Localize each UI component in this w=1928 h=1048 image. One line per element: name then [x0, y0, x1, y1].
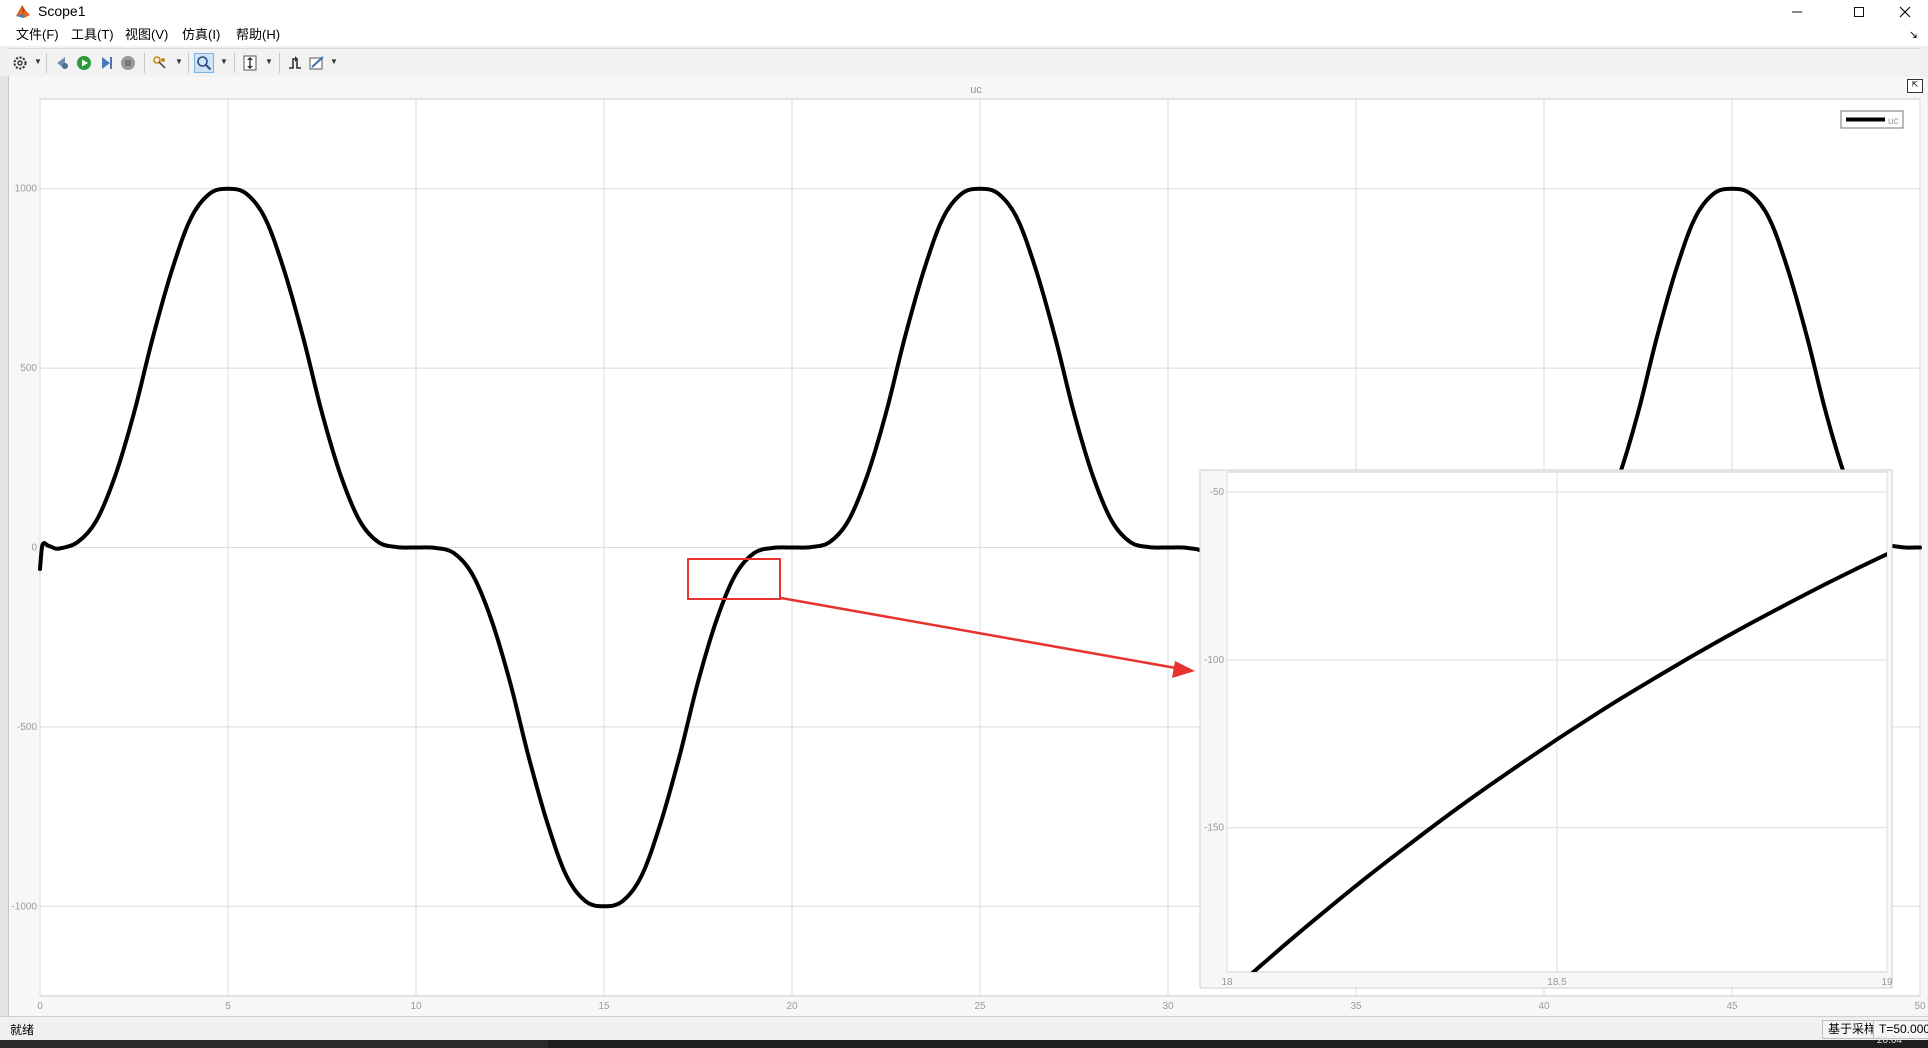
signal-select-button[interactable] [150, 53, 170, 73]
run-icon [77, 56, 91, 70]
toolbar-separator [234, 53, 235, 73]
main-x-tick-label: 20 [786, 1001, 798, 1012]
main-y-tick-label: 0 [31, 543, 37, 554]
dock-arrow-icon[interactable]: ↘ [1909, 28, 1918, 41]
zoom-button[interactable] [194, 53, 214, 73]
status-bar: 就绪 基于采样 T=50.000 [0, 1016, 1928, 1041]
triggers-button[interactable] [285, 53, 305, 73]
toolbar: ▼ ▼ ▼ ▼ ▼ [8, 48, 1920, 78]
main-y-tick-label: -1000 [11, 901, 37, 912]
main-axes-title: uc [970, 84, 982, 96]
taskbar: 20:04 [0, 1035, 1928, 1048]
main-x-tick-label: 50 [1914, 1001, 1926, 1012]
inset-x-tick-label: 19 [1881, 977, 1893, 988]
undock-icon: ⇱ [1911, 80, 1919, 89]
menu-help[interactable]: 帮助(H) [236, 27, 280, 43]
inset-x-tick-label: 18.5 [1547, 977, 1567, 988]
taskbar-clock: 20:04 [1876, 1035, 1902, 1046]
close-icon [1899, 6, 1911, 18]
window-title: Scope1 [38, 3, 86, 19]
step-forward-button[interactable] [96, 53, 116, 73]
main-y-tick-label: 500 [20, 363, 37, 374]
measurements-icon [309, 56, 324, 70]
main-x-tick-label: 10 [410, 1001, 422, 1012]
inset-y-tick-label: -100 [1204, 655, 1224, 666]
toolbar-separator [279, 53, 280, 73]
zoom-icon [197, 56, 212, 71]
zoom-inset[interactable]: 18 18.5 19 -150 -100 -50 [1199, 469, 1893, 996]
settings-icon [13, 56, 27, 70]
settings-dropdown-icon[interactable]: ▼ [34, 57, 42, 66]
measurements-dropdown-icon[interactable]: ▼ [330, 57, 338, 66]
settings-button[interactable] [10, 53, 30, 73]
main-x-tick-label: 25 [974, 1001, 986, 1012]
maximize-button[interactable] [1836, 0, 1882, 24]
stop-icon [121, 56, 135, 70]
undock-button[interactable]: ⇱ [1907, 79, 1923, 93]
signal-select-icon [153, 56, 166, 69]
minimize-icon [1792, 11, 1802, 13]
inset-y-tick-label: -150 [1204, 823, 1224, 834]
maximize-icon [1854, 7, 1864, 17]
step-forward-icon [102, 57, 112, 69]
toolbar-separator [144, 53, 145, 73]
menu-file[interactable]: 文件(F) [16, 27, 59, 43]
scope-figure: uc 0 5 10 15 20 25 30 35 40 45 50 -1000 -500 0 500 100… [9, 77, 1927, 1016]
main-x-tick-label: 5 [225, 1001, 231, 1012]
main-x-tick-label: 45 [1726, 1001, 1738, 1012]
window-left-edge [0, 76, 9, 1016]
matlab-icon [16, 5, 30, 18]
scope-plot-canvas[interactable]: uc 0 5 10 15 20 25 30 35 40 45 50 -1000 -500 0 500 100… [9, 77, 1927, 1016]
main-x-tick-label: 30 [1162, 1001, 1174, 1012]
menu-view[interactable]: 视图(V) [125, 27, 168, 43]
toolbar-separator [46, 53, 47, 73]
step-back-button[interactable] [52, 53, 72, 73]
triggers-icon [289, 56, 301, 69]
zoom-dropdown-icon[interactable]: ▼ [220, 57, 228, 66]
main-x-tick-label: 0 [37, 1001, 43, 1012]
inset-y-tick-label: -50 [1210, 487, 1225, 498]
menu-bar: 文件(F) 工具(T) 视图(V) 仿真(I) 帮助(H) ↘ [0, 24, 1928, 46]
main-x-tick-label: 15 [598, 1001, 610, 1012]
measurements-button[interactable] [307, 53, 327, 73]
status-text: 就绪 [10, 1023, 35, 1037]
legend-label-uc: uc [1888, 116, 1899, 127]
step-back-icon [57, 57, 68, 69]
inset-x-tick-label: 18 [1221, 977, 1233, 988]
taskbar-search [0, 1040, 548, 1048]
main-x-tick-label: 35 [1350, 1001, 1362, 1012]
scale-axes-button[interactable] [240, 53, 260, 73]
title-bar: Scope1 [0, 0, 1928, 24]
scale-axes-dropdown-icon[interactable]: ▼ [265, 57, 273, 66]
stop-button[interactable] [118, 53, 138, 73]
main-y-tick-label: 1000 [15, 184, 38, 195]
main-y-tick-label: -500 [17, 722, 37, 733]
toolbar-separator [188, 53, 189, 73]
signal-select-dropdown-icon[interactable]: ▼ [175, 57, 183, 66]
legend[interactable]: uc [1840, 110, 1904, 129]
menu-simulation[interactable]: 仿真(I) [182, 27, 220, 43]
main-x-tick-label: 40 [1538, 1001, 1550, 1012]
scale-axes-icon [243, 55, 257, 71]
minimize-button[interactable] [1774, 0, 1820, 24]
menu-tools[interactable]: 工具(T) [71, 27, 114, 43]
close-button[interactable] [1882, 0, 1928, 24]
run-button[interactable] [74, 53, 94, 73]
